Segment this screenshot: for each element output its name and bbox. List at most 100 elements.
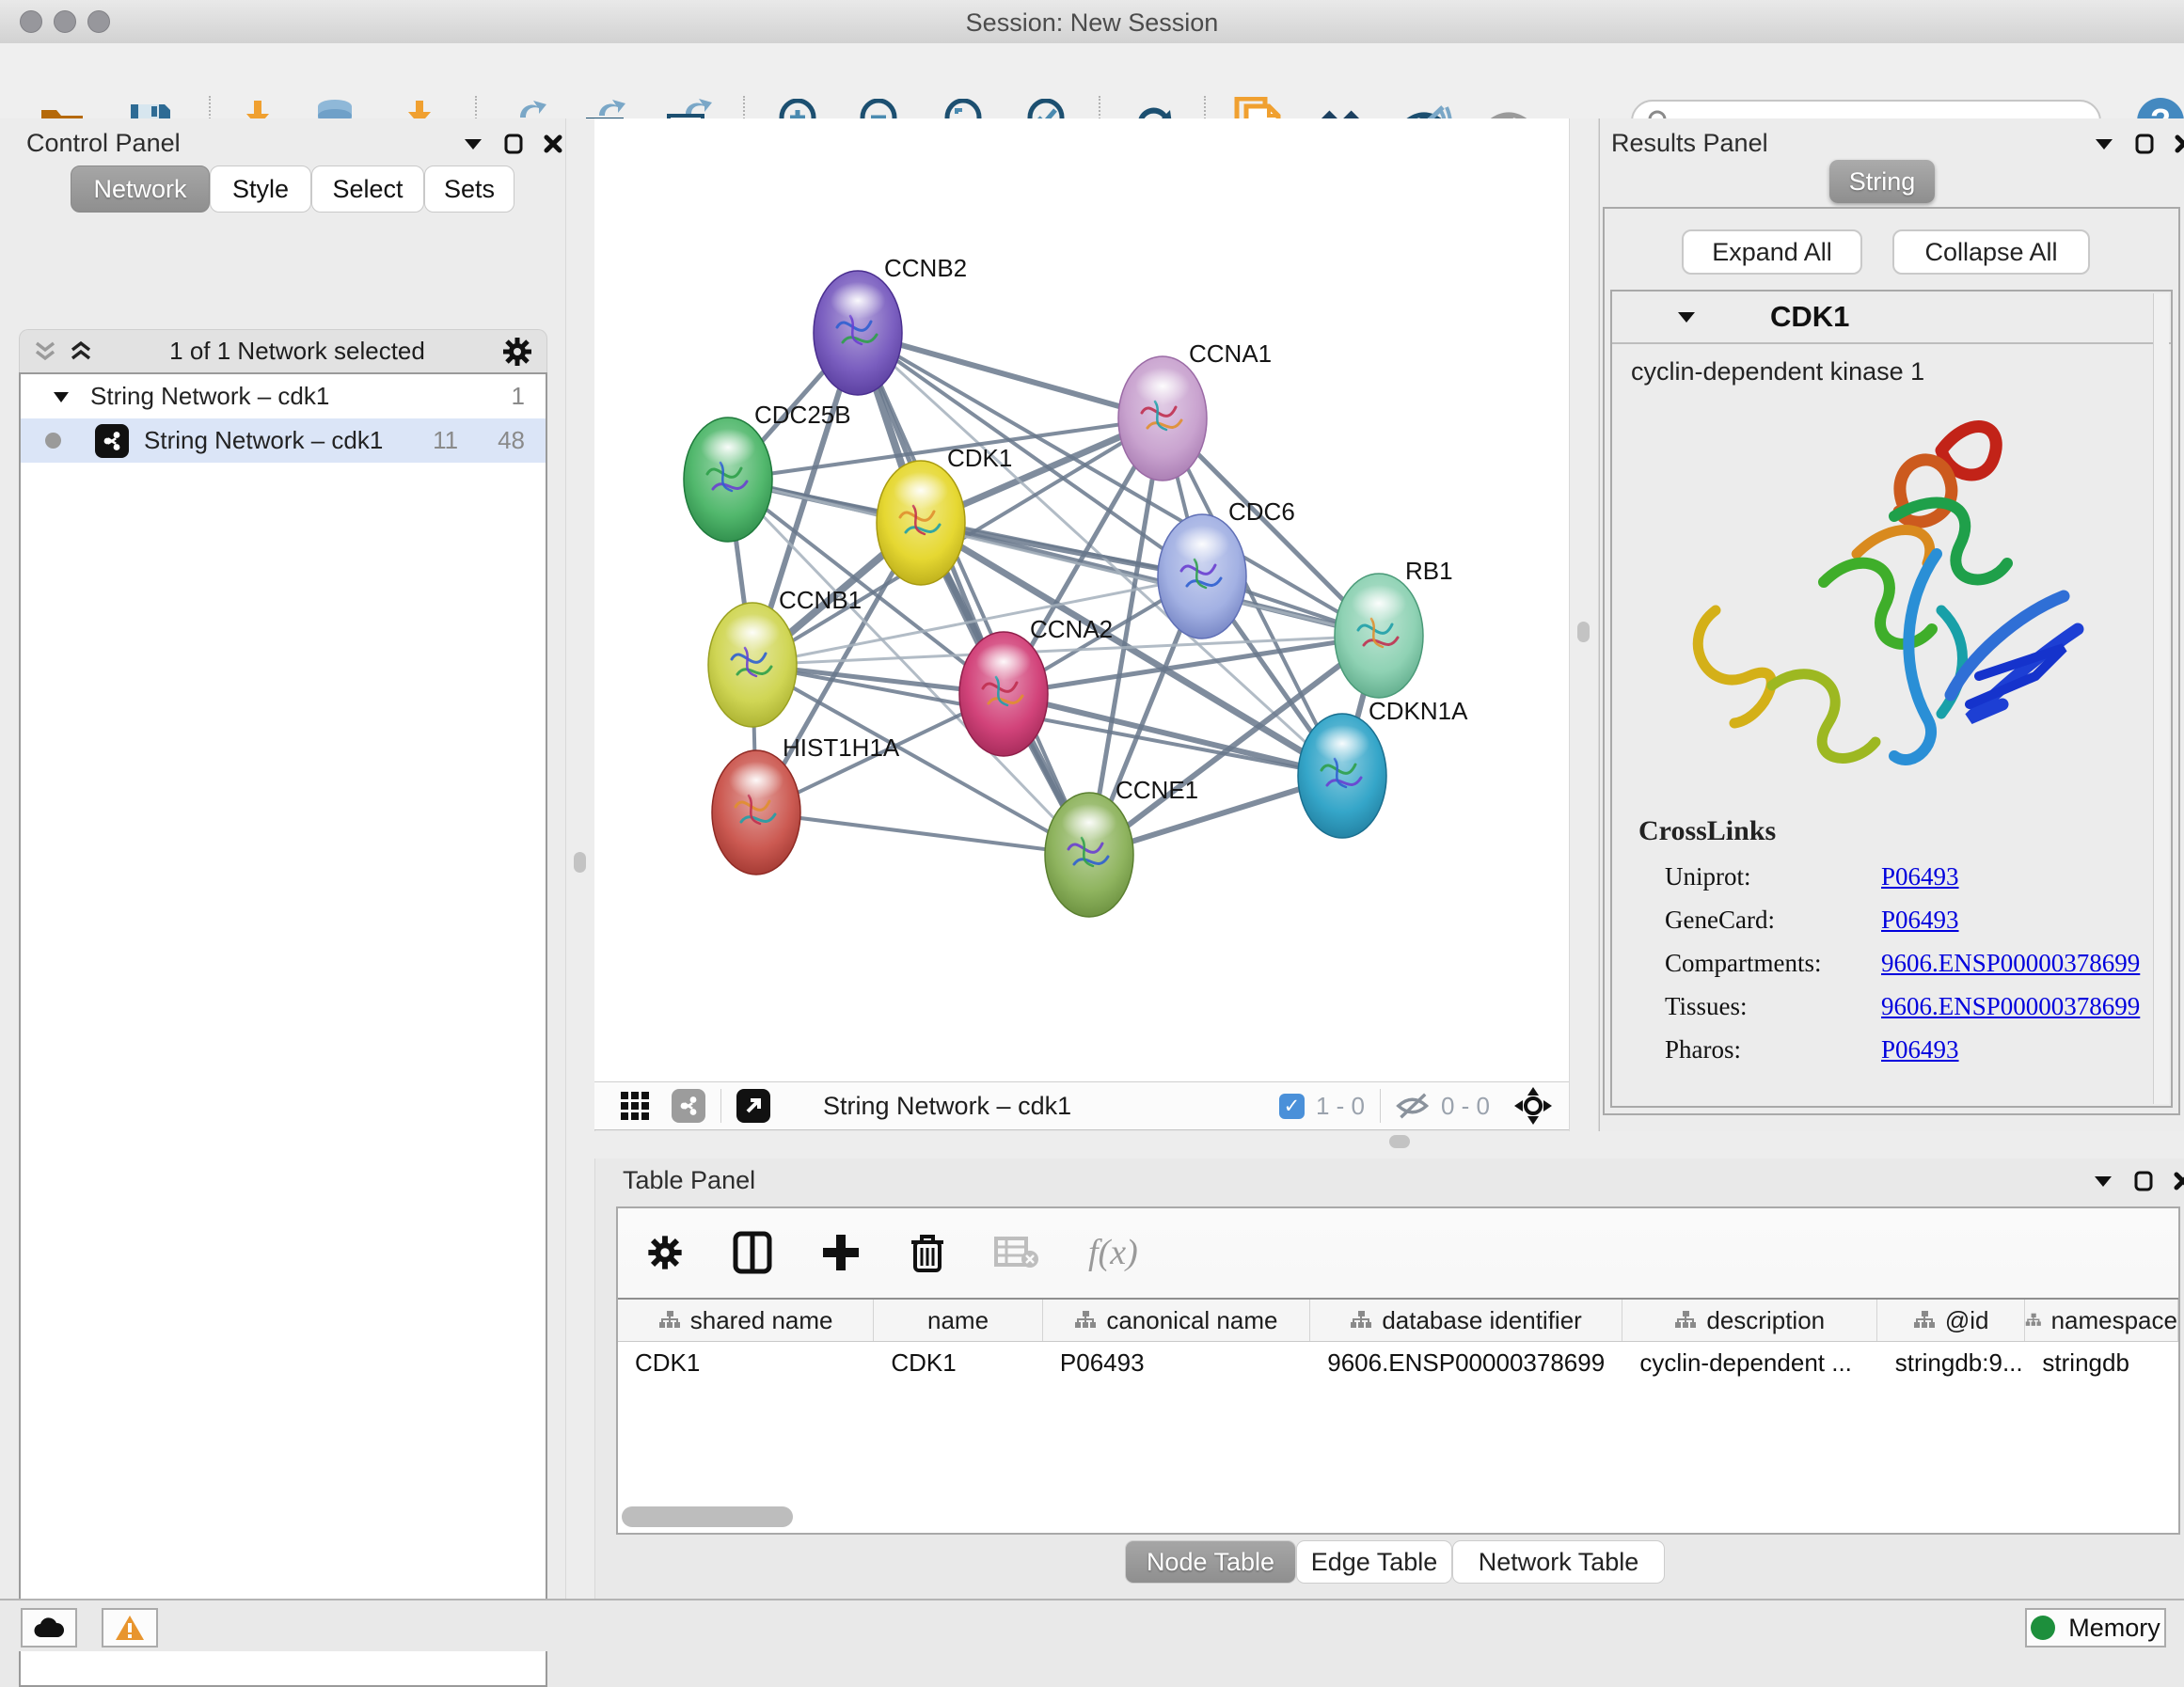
add-column-icon[interactable] bbox=[821, 1233, 861, 1272]
node-CCNB1[interactable] bbox=[708, 603, 797, 727]
node-CCNA2[interactable] bbox=[959, 632, 1048, 756]
memory-button[interactable]: Memory bbox=[2025, 1608, 2166, 1648]
table-cell: stringdb:9... bbox=[1878, 1342, 2026, 1383]
table-row[interactable]: CDK1CDK1P064939606.ENSP00000378699cyclin… bbox=[618, 1342, 2178, 1383]
tab-sets[interactable]: Sets bbox=[424, 166, 514, 213]
crosslink-label: Compartments: bbox=[1665, 949, 1881, 978]
hidden-eye-icon[interactable] bbox=[1396, 1092, 1432, 1120]
crosslink-link[interactable]: 9606.ENSP00000378699 bbox=[1881, 992, 2140, 1021]
panel-float-icon[interactable] bbox=[2135, 134, 2154, 154]
node-CCNB2[interactable] bbox=[814, 271, 902, 395]
cloud-button[interactable] bbox=[21, 1608, 77, 1648]
table-settings-gear-icon[interactable] bbox=[646, 1234, 684, 1271]
node-label-CDC25B: CDC25B bbox=[754, 401, 851, 429]
right-splitter-handle[interactable] bbox=[1577, 622, 1590, 642]
panel-menu-icon[interactable] bbox=[2094, 136, 2114, 151]
crosslink-link[interactable]: P06493 bbox=[1881, 906, 1959, 935]
crosslink-link[interactable]: P06493 bbox=[1881, 862, 1959, 891]
results-scrollbar[interactable] bbox=[2153, 293, 2169, 1104]
function-builder-icon: f(x) bbox=[1088, 1232, 1138, 1273]
table-cell: cyclin-dependent ... bbox=[1622, 1342, 1877, 1383]
node-CCNE1[interactable] bbox=[1045, 793, 1133, 917]
column-header-name[interactable]: name bbox=[874, 1300, 1043, 1341]
tab-network[interactable]: Network bbox=[71, 166, 210, 213]
expand-all-icon[interactable] bbox=[69, 340, 93, 363]
node-CDK1[interactable] bbox=[877, 461, 965, 585]
node-CDC6[interactable] bbox=[1158, 514, 1246, 639]
tab-node-table[interactable]: Node Table bbox=[1125, 1540, 1296, 1584]
node-table: shared namenamecanonical namedatabase id… bbox=[618, 1298, 2178, 1533]
column-header-description[interactable]: description bbox=[1622, 1300, 1877, 1341]
panel-float-icon[interactable] bbox=[2134, 1171, 2153, 1191]
tab-style[interactable]: Style bbox=[210, 166, 311, 213]
crosslink-link[interactable]: 9606.ENSP00000378699 bbox=[1881, 949, 2140, 978]
column-header-database-identifier[interactable]: database identifier bbox=[1310, 1300, 1622, 1341]
network-canvas[interactable]: CCNB2CCNA1CDC25BCDK1CDC6RB1CCNB1CCNA2CDK… bbox=[594, 118, 1569, 1081]
panel-float-icon[interactable] bbox=[504, 134, 523, 154]
gene-entry-header[interactable]: CDK1 bbox=[1612, 292, 2171, 344]
birdseye-icon[interactable] bbox=[736, 1089, 770, 1123]
node-RB1[interactable] bbox=[1335, 574, 1423, 698]
crosslink-row: Uniprot:P06493 bbox=[1665, 855, 2171, 898]
table-panel: f(x) shared namenamecanonical namedataba… bbox=[616, 1206, 2180, 1535]
network-row[interactable]: String Network – cdk1 11 48 bbox=[21, 418, 546, 463]
panel-close-icon[interactable] bbox=[544, 134, 562, 153]
edge-HIST1H1A-CCNE1[interactable] bbox=[756, 812, 1089, 855]
grid-view-icon[interactable] bbox=[619, 1090, 651, 1122]
tab-edge-table[interactable]: Edge Table bbox=[1296, 1540, 1452, 1584]
column-header--id[interactable]: @id bbox=[1877, 1300, 2025, 1341]
collapse-all-icon[interactable] bbox=[33, 340, 57, 363]
node-CCNA1[interactable] bbox=[1118, 356, 1207, 481]
warnings-button[interactable] bbox=[102, 1608, 158, 1648]
table-hscrollbar-thumb[interactable] bbox=[622, 1506, 793, 1527]
network-node-count: 11 bbox=[433, 426, 458, 455]
horizontal-splitter-handle[interactable] bbox=[1389, 1135, 1410, 1148]
column-header-shared-name[interactable]: shared name bbox=[618, 1300, 874, 1341]
fit-selection-crosshair-icon[interactable] bbox=[1514, 1087, 1552, 1125]
show-columns-icon[interactable] bbox=[733, 1231, 772, 1274]
panel-menu-icon[interactable] bbox=[463, 136, 483, 151]
memory-label: Memory bbox=[2068, 1614, 2160, 1643]
column-hierarchy-icon bbox=[658, 1310, 681, 1331]
expand-all-button[interactable]: Expand All bbox=[1682, 229, 1862, 275]
network-selection-summary: 1 of 1 Network selected bbox=[93, 337, 501, 366]
edge-CCNB2-CCNE1[interactable] bbox=[858, 333, 1089, 855]
panel-close-icon[interactable] bbox=[2174, 1172, 2184, 1190]
tab-network-table[interactable]: Network Table bbox=[1452, 1540, 1665, 1584]
panel-menu-icon[interactable] bbox=[2093, 1174, 2113, 1189]
control-panel-header-icons bbox=[463, 134, 562, 154]
left-splitter-handle[interactable] bbox=[574, 852, 586, 873]
crosslink-link[interactable]: P06493 bbox=[1881, 1035, 1959, 1064]
panel-close-icon[interactable] bbox=[2175, 134, 2184, 153]
column-header-canonical-name[interactable]: canonical name bbox=[1043, 1300, 1310, 1341]
network-tree-header: 1 of 1 Network selected bbox=[19, 329, 547, 372]
network-share-icon[interactable] bbox=[672, 1089, 705, 1123]
left-splitter[interactable] bbox=[565, 118, 595, 1599]
selected-counts: 1 - 0 bbox=[1316, 1092, 1365, 1121]
collapse-all-button[interactable]: Collapse All bbox=[1892, 229, 2090, 275]
gear-icon[interactable] bbox=[501, 336, 533, 368]
tab-string[interactable]: String bbox=[1829, 160, 1935, 203]
crosslink-label: Pharos: bbox=[1665, 1035, 1881, 1064]
right-splitter[interactable] bbox=[1569, 118, 1599, 1131]
node-CDC25B[interactable] bbox=[684, 418, 772, 542]
tab-select[interactable]: Select bbox=[311, 166, 424, 213]
column-hierarchy-icon bbox=[1074, 1310, 1097, 1331]
node-CDKN1A[interactable] bbox=[1298, 714, 1386, 838]
node-HIST1H1A[interactable] bbox=[712, 750, 800, 875]
node-label-CDKN1A: CDKN1A bbox=[1369, 697, 1468, 725]
crosslink-label: GeneCard: bbox=[1665, 906, 1881, 935]
network-edge-count: 48 bbox=[498, 426, 525, 455]
window-title: Session: New Session bbox=[0, 8, 2184, 38]
crosslink-row: Compartments:9606.ENSP00000378699 bbox=[1665, 941, 2171, 985]
network-collection-row[interactable]: String Network – cdk1 1 bbox=[21, 374, 546, 418]
table-cell: CDK1 bbox=[874, 1342, 1043, 1383]
entry-expander-icon[interactable] bbox=[1676, 309, 1697, 324]
hidden-counts: 0 - 0 bbox=[1441, 1092, 1490, 1121]
delete-column-trash-icon[interactable] bbox=[910, 1231, 945, 1274]
table-header-row: shared namenamecanonical namedatabase id… bbox=[618, 1300, 2178, 1342]
horizontal-splitter[interactable] bbox=[594, 1131, 2184, 1159]
column-header-namespace[interactable]: namespace bbox=[2025, 1300, 2178, 1341]
tree-expander-icon[interactable] bbox=[53, 390, 70, 403]
selected-checkbox[interactable]: ✓ bbox=[1279, 1094, 1305, 1119]
